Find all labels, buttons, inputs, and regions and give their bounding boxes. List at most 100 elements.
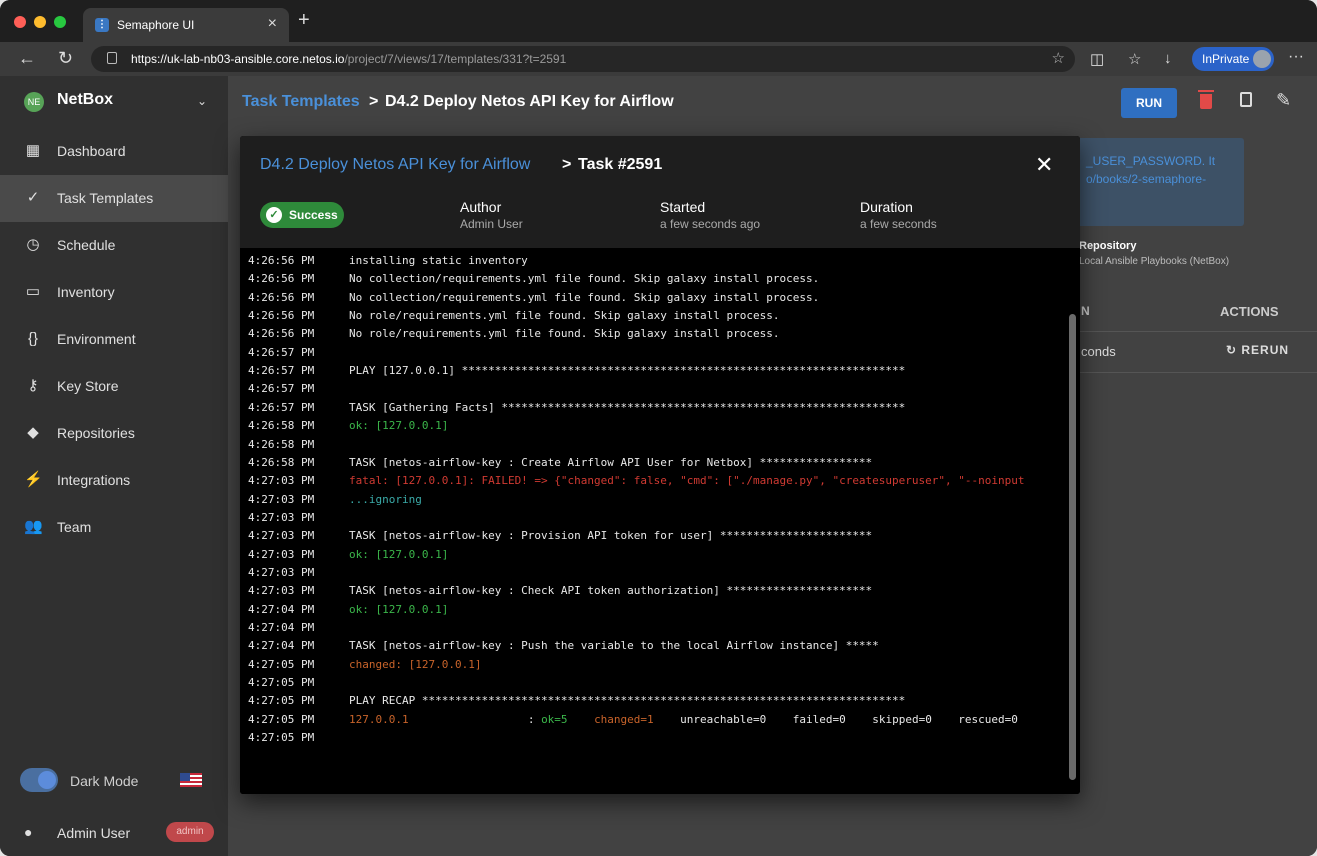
sidebar-item-environment[interactable]: {} Environment	[0, 316, 228, 363]
run-button[interactable]: RUN	[1121, 88, 1177, 118]
log-timestamp: 4:26:56 PM	[248, 272, 315, 286]
log-timestamp: 4:26:56 PM	[248, 254, 315, 267]
page-title: D4.2 Deploy Netos API Key for Airflow	[385, 93, 674, 110]
log-message: ok: [127.0.0.1]	[349, 603, 448, 616]
tab-close-icon[interactable]: ×	[268, 15, 277, 33]
user-name[interactable]: Admin User	[57, 825, 130, 841]
log-segment: unreachable=0 failed=0 skipped=0 rescued…	[653, 712, 1018, 726]
log-message: 127.0.0.1 : ok=5 changed=1 unreachable=0…	[349, 713, 1018, 726]
log-timestamp: 4:27:04 PM	[248, 602, 315, 616]
task-output-log[interactable]: 4:26:56 PM installing static inventory 4:2…	[240, 248, 1080, 794]
sidebar-item-dashboard[interactable]: ▦ Dashboard	[0, 128, 228, 175]
semaphore-app: NE NetBox ⌄ ▦ Dashboard ✓ Task Templates…	[0, 76, 1317, 856]
favorite-star-icon[interactable]: ☆	[1052, 49, 1065, 67]
log-timestamp: 4:26:56 PM	[248, 309, 315, 323]
sidebar-item-inventory[interactable]: ▭ Inventory	[0, 269, 228, 316]
log-timestamp: 4:26:58 PM	[248, 455, 315, 469]
log-timestamp: 4:27:03 PM	[248, 529, 315, 543]
favorites-icon[interactable]: ☆	[1128, 50, 1141, 68]
log-message: No role/requirements.yml file found. Ski…	[349, 327, 779, 340]
description-line[interactable]: o/books/2-semaphore-	[1086, 170, 1244, 188]
inprivate-button[interactable]: InPrivate	[1192, 47, 1274, 71]
repository-label: Repository	[1079, 240, 1137, 252]
log-segment: No collection/requirements.yml file foun…	[349, 272, 820, 286]
sidebar-item-integrations[interactable]: ⚡ Integrations	[0, 457, 228, 504]
log-message: TASK [netos-airflow-key : Provision API …	[349, 529, 872, 542]
log-message: PLAY [127.0.0.1] ***********************…	[349, 364, 905, 377]
sidebar-item-label: Task Templates	[57, 190, 154, 206]
browser-tab[interactable]: ⋮ Semaphore UI ×	[83, 8, 289, 42]
back-icon[interactable]: ←	[18, 48, 36, 69]
log-segment: TASK [netos-airflow-key : Create Airflow…	[349, 455, 873, 469]
rerun-button[interactable]: ↻ RERUN	[1226, 343, 1289, 357]
log-segment: ok: [127.0.0.1]	[349, 602, 449, 616]
column-header-actions: ACTIONS	[1220, 304, 1279, 319]
breadcrumb-task-templates-link[interactable]: Task Templates	[242, 93, 360, 111]
dark-mode-toggle[interactable]	[20, 768, 58, 792]
dialog-header: D4.2 Deploy Netos API Key for Airflow > …	[240, 136, 1080, 248]
double-check-icon: ✓	[26, 189, 40, 206]
log-timestamp: 4:26:57 PM	[248, 345, 315, 359]
log-scrollbar[interactable]	[1069, 314, 1076, 780]
repository-value: Local Ansible Playbooks (NetBox)	[1079, 256, 1230, 267]
sidebar-item-task-templates[interactable]: ✓ Task Templates	[0, 175, 228, 222]
us-flag-icon[interactable]	[180, 773, 202, 787]
log-timestamp: 4:27:03 PM	[248, 492, 315, 506]
description-line: _USER_PASSWORD. It	[1086, 154, 1216, 168]
status-badge: ✓ Success	[260, 202, 344, 228]
column-header-partial: N	[1081, 304, 1090, 318]
log-segment	[568, 713, 595, 726]
close-window-button[interactable]	[14, 16, 26, 28]
delete-icon[interactable]	[1198, 90, 1214, 109]
reload-icon[interactable]: ↻	[58, 48, 73, 69]
log-segment: :	[408, 712, 542, 726]
log-segment: fatal: [127.0.0.1]: FAILED! => {"changed…	[349, 474, 1025, 488]
sidebar-item-label: Integrations	[57, 472, 131, 488]
sidebar-item-label: Key Store	[57, 378, 119, 394]
log-segment: TASK [Gathering Facts] *****************…	[349, 400, 906, 414]
browser-window: ⋮ Semaphore UI × + ← ↻ https://uk-lab-nb…	[0, 0, 1317, 856]
author-label: Author	[460, 199, 502, 215]
close-icon[interactable]: ✕	[1035, 152, 1053, 178]
log-timestamp: 4:27:04 PM	[248, 621, 315, 634]
table-divider	[1072, 372, 1317, 373]
dashboard-icon: ▦	[25, 142, 41, 159]
new-tab-icon[interactable]: +	[298, 9, 310, 32]
address-bar: ← ↻ https://uk-lab-nb03-ansible.core.net…	[0, 42, 1317, 76]
log-message: ok: [127.0.0.1]	[349, 548, 448, 561]
rerun-icon: ↻	[1226, 343, 1242, 357]
sidebar-item-label: Repositories	[57, 425, 135, 441]
profile-avatar	[1253, 50, 1271, 68]
started-label: Started	[660, 199, 706, 215]
dialog-template-link[interactable]: D4.2 Deploy Netos API Key for Airflow	[260, 156, 530, 174]
log-timestamp: 4:26:56 PM	[248, 327, 315, 341]
more-menu-icon[interactable]: ···	[1288, 48, 1304, 66]
sidebar-item-repositories[interactable]: ◆ Repositories	[0, 410, 228, 457]
status-label: Success	[289, 208, 338, 222]
url-input[interactable]: https://uk-lab-nb03-ansible.core.netos.i…	[91, 46, 1075, 72]
log-segment: PLAY [127.0.0.1] ***********************…	[349, 364, 906, 378]
sidebar-item-schedule[interactable]: ◷ Schedule	[0, 222, 228, 269]
sidebar-item-label: Dashboard	[57, 143, 126, 159]
log-timestamp: 4:27:05 PM	[248, 694, 315, 708]
log-message: PLAY RECAP *****************************…	[349, 694, 905, 707]
project-switcher[interactable]: NE NetBox ⌄	[0, 76, 228, 128]
key-icon: ⚷	[27, 377, 39, 394]
sidebar-item-team[interactable]: 👥 Team	[0, 504, 228, 551]
breadcrumb-separator: >	[369, 93, 379, 110]
git-icon: ◆	[27, 424, 39, 441]
sidebar-item-key-store[interactable]: ⚷ Key Store	[0, 363, 228, 410]
edit-pencil-icon[interactable]: ✎	[1276, 90, 1291, 111]
copy-icon[interactable]	[1240, 92, 1252, 107]
started-value: a few seconds ago	[660, 217, 761, 231]
zoom-window-button[interactable]	[54, 16, 66, 28]
split-screen-icon[interactable]: ◫	[1090, 50, 1104, 68]
sidebar-item-label: Environment	[57, 331, 136, 347]
log-segment: No role/requirements.yml file found. Ski…	[349, 309, 780, 323]
minimize-window-button[interactable]	[34, 16, 46, 28]
url-text: https://uk-lab-nb03-ansible.core.netos.i…	[131, 52, 566, 66]
log-segment: ...ignoring	[349, 492, 422, 506]
author-value: Admin User	[460, 217, 523, 231]
downloads-icon[interactable]: ↓	[1164, 50, 1172, 67]
duration-label: Duration	[860, 199, 913, 215]
